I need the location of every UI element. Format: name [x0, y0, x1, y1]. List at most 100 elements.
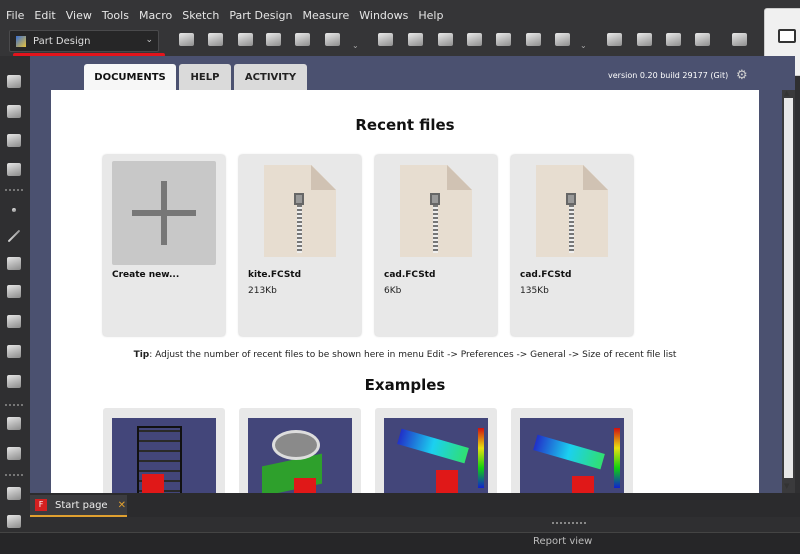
card-size: 6Kb: [384, 286, 402, 296]
subtractive-loft-icon[interactable]: [692, 31, 712, 49]
view-fit-icon[interactable]: [5, 74, 23, 90]
helix-icon[interactable]: [523, 31, 543, 49]
document-tab-bar: [30, 493, 800, 517]
line-icon[interactable]: [5, 228, 23, 244]
menu-edit[interactable]: Edit: [34, 7, 55, 22]
example-thumbnail: [384, 418, 488, 493]
tip-label: Tip: [133, 350, 150, 360]
example-card[interactable]: [511, 408, 633, 493]
scroll-up-icon[interactable]: ▲: [784, 89, 789, 97]
menu-part-design[interactable]: Part Design: [229, 7, 292, 22]
datum-dropdown-icon[interactable]: ⌄: [352, 41, 359, 50]
create-new-card[interactable]: Create new...: [103, 155, 225, 336]
recent-file-card[interactable]: cad.FCStd 135Kb: [511, 155, 633, 336]
pocket-icon[interactable]: [604, 31, 624, 49]
hole-icon[interactable]: [634, 31, 654, 49]
menu-bar: File Edit View Tools Macro Sketch Part D…: [0, 0, 800, 28]
card-name: kite.FCStd: [248, 270, 302, 280]
menu-tools[interactable]: Tools: [102, 7, 129, 22]
subtractive-primitive-icon[interactable]: [729, 31, 749, 49]
workbench-label: Part Design: [33, 35, 91, 47]
examples-heading: Examples: [364, 376, 446, 394]
example-card[interactable]: [375, 408, 497, 493]
zip-file-icon: [384, 161, 488, 265]
tip-body: : Adjust the number of recent files to b…: [149, 350, 677, 360]
report-view-bar: [0, 532, 800, 554]
workbench-selector[interactable]: Part Design ⌄: [9, 30, 159, 52]
separator: [5, 189, 23, 191]
card-name: Create new...: [112, 270, 180, 280]
tab-documents[interactable]: DOCUMENTS: [84, 64, 176, 90]
plane-icon[interactable]: [5, 256, 23, 272]
draft-icon[interactable]: [5, 374, 23, 390]
revolution-icon[interactable]: [435, 31, 455, 49]
view-isometric-icon[interactable]: [5, 104, 23, 120]
fillet-icon[interactable]: [5, 314, 23, 330]
groove-icon[interactable]: [663, 31, 683, 49]
separator: [5, 404, 23, 406]
tab-start-page-label: Start page: [55, 499, 108, 511]
close-icon[interactable]: ✕: [118, 500, 126, 511]
sketch-icon[interactable]: [375, 31, 395, 49]
tab-activity[interactable]: ACTIVITY: [234, 64, 307, 90]
recent-files-heading: Recent files: [355, 116, 455, 134]
menu-sketch[interactable]: Sketch: [182, 7, 219, 22]
clone-icon[interactable]: [292, 31, 312, 49]
report-view-label[interactable]: Report view: [533, 536, 592, 547]
splitter-handle[interactable]: [552, 522, 586, 524]
card-size: 135Kb: [520, 286, 549, 296]
view-front-icon[interactable]: [5, 133, 23, 149]
part-icon[interactable]: [205, 31, 225, 49]
gear-icon[interactable]: ⚙: [736, 68, 748, 83]
body-icon[interactable]: [176, 31, 196, 49]
zip-file-icon: [520, 161, 624, 265]
menu-help[interactable]: Help: [418, 7, 443, 22]
chevron-down-icon: ⌄: [145, 35, 153, 45]
point-icon[interactable]: [5, 202, 23, 218]
tip-text: Tip: Adjust the number of recent files t…: [51, 350, 759, 360]
menu-view[interactable]: View: [66, 7, 92, 22]
plus-icon: [112, 161, 216, 265]
scroll-down-icon[interactable]: ▼: [784, 482, 789, 490]
polar-pattern-icon[interactable]: [5, 486, 23, 502]
tab-start-page[interactable]: F Start page ✕: [30, 495, 127, 517]
example-thumbnail: [520, 418, 624, 493]
card-name: cad.FCStd: [520, 270, 572, 280]
multitransform-icon[interactable]: [5, 514, 23, 530]
example-thumbnail: [112, 418, 216, 493]
recent-file-card[interactable]: kite.FCStd 213Kb: [239, 155, 361, 336]
vertical-scrollbar[interactable]: ▲ ▼: [782, 89, 795, 493]
lcs-icon[interactable]: [5, 284, 23, 300]
example-card[interactable]: [103, 408, 225, 493]
partdesign-icon: [16, 35, 26, 47]
view-box-icon[interactable]: [5, 162, 23, 178]
menu-measure[interactable]: Measure: [303, 7, 350, 22]
example-thumbnail: [248, 418, 352, 493]
loft-icon[interactable]: [464, 31, 484, 49]
card-size: 213Kb: [248, 286, 277, 296]
datum-icon[interactable]: [322, 31, 342, 49]
additive-dropdown-icon[interactable]: ⌄: [580, 41, 587, 50]
chamfer-icon[interactable]: [5, 344, 23, 360]
separator: [5, 474, 23, 476]
mirrored-icon[interactable]: [5, 416, 23, 432]
subshape-binder-icon[interactable]: [263, 31, 283, 49]
menu-macro[interactable]: Macro: [139, 7, 172, 22]
scroll-thumb[interactable]: [784, 98, 793, 478]
linear-pattern-icon[interactable]: [5, 446, 23, 462]
pipe-icon[interactable]: [493, 31, 513, 49]
card-name: cad.FCStd: [384, 270, 436, 280]
version-label: version 0.20 build 29177 (Git): [608, 71, 729, 80]
example-card[interactable]: [239, 408, 361, 493]
shape-binder-icon[interactable]: [235, 31, 255, 49]
tab-help[interactable]: HELP: [179, 64, 231, 90]
toolbar: Part Design ⌄ ⌄ ⌄: [0, 28, 800, 56]
menu-file[interactable]: File: [6, 7, 24, 22]
menu-windows[interactable]: Windows: [359, 7, 408, 22]
left-toolbar: [0, 56, 30, 554]
pad-icon[interactable]: [405, 31, 425, 49]
recent-file-card[interactable]: cad.FCStd 6Kb: [375, 155, 497, 336]
zip-file-icon: [248, 161, 352, 265]
additive-primitive-icon[interactable]: [552, 31, 572, 49]
start-page-content: Recent files Create new... kite.FCStd 21…: [51, 90, 759, 493]
